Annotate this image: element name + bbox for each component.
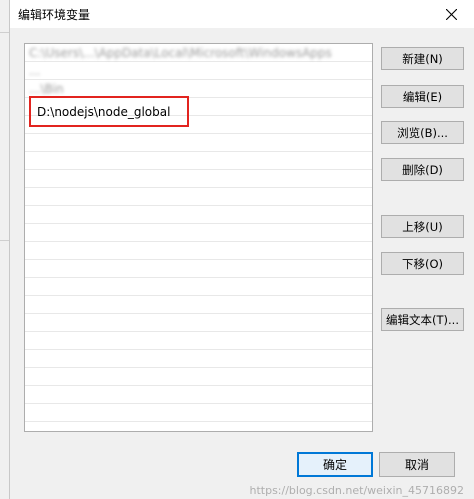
list-item-empty[interactable] [25,188,372,206]
list-item-empty[interactable] [25,332,372,350]
edit-env-dialog: 编辑环境变量 C:\Users\...\AppData\Local\Micros… [9,0,474,499]
ok-button[interactable]: 确定 [297,452,373,477]
list-item-empty[interactable] [25,152,372,170]
edit-button[interactable]: 编辑(E) [381,85,464,108]
new-button[interactable]: 新建(N) [381,47,464,70]
list-item-empty[interactable] [25,296,372,314]
move-down-button[interactable]: 下移(O) [381,252,464,275]
list-item-empty[interactable] [25,386,372,404]
list-item-empty[interactable] [25,224,372,242]
list-item-empty[interactable] [25,368,372,386]
list-item[interactable]: C:\Users\...\AppData\Local\Microsoft\Win… [25,44,372,62]
list-item-empty[interactable] [25,278,372,296]
list-item-empty[interactable] [25,404,372,422]
move-up-button[interactable]: 上移(U) [381,215,464,238]
cancel-button[interactable]: 取消 [379,452,455,477]
list-item-empty[interactable] [25,350,372,368]
selected-path-entry[interactable]: D:\nodejs\node_global [29,96,189,127]
list-item-empty[interactable] [25,260,372,278]
close-icon [445,8,457,20]
title-bar: 编辑环境变量 [10,0,474,28]
watermark: https://blog.csdn.net/weixin_45716892 [249,484,464,497]
list-item-empty[interactable] [25,134,372,152]
list-item-empty[interactable] [25,170,372,188]
list-item[interactable]: ... [25,62,372,80]
list-item-empty[interactable] [25,242,372,260]
close-button[interactable] [428,0,474,28]
dialog-title: 编辑环境变量 [18,8,91,22]
edit-text-button[interactable]: 编辑文本(T)... [381,308,464,331]
list-item-empty[interactable] [25,314,372,332]
delete-button[interactable]: 删除(D) [381,158,464,181]
browse-button[interactable]: 浏览(B)... [381,121,464,144]
list-item-empty[interactable] [25,206,372,224]
selected-path-text: D:\nodejs\node_global [37,105,171,119]
